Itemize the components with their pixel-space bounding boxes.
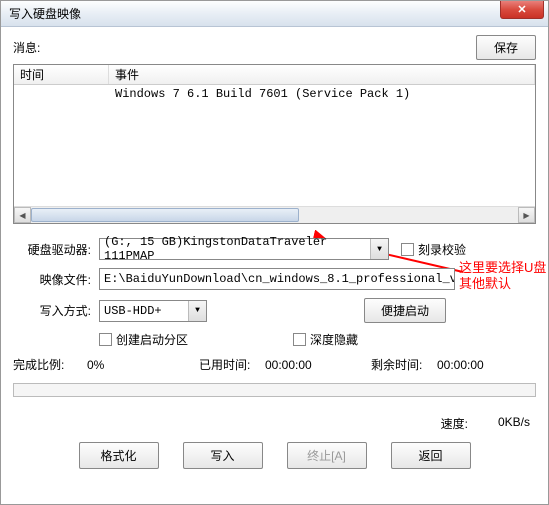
chevron-down-icon[interactable]: ▼ (370, 239, 388, 259)
write-button[interactable]: 写入 (183, 442, 263, 469)
abort-button[interactable]: 终止[A] (287, 442, 367, 469)
scroll-left-arrow[interactable]: ◀ (14, 207, 31, 223)
deep-hide-checkbox-label[interactable]: 深度隐藏 (293, 331, 358, 348)
create-boot-checkbox[interactable] (99, 333, 112, 346)
remain-label: 剩余时间: (371, 356, 437, 373)
create-boot-text: 创建启动分区 (116, 331, 188, 348)
complete-ratio-value: 0% (87, 358, 123, 372)
create-boot-checkbox-label[interactable]: 创建启动分区 (99, 331, 188, 348)
window-title: 写入硬盘映像 (9, 5, 81, 22)
image-file-input[interactable]: E:\BaiduYunDownload\cn_windows_8.1_profe… (99, 268, 455, 290)
deep-hide-text: 深度隐藏 (310, 331, 358, 348)
verify-checkbox-label[interactable]: 刻录校验 (401, 241, 466, 258)
format-button[interactable]: 格式化 (79, 442, 159, 469)
scroll-right-arrow[interactable]: ▶ (518, 207, 535, 223)
titlebar: 写入硬盘映像 ✕ (1, 1, 548, 27)
verify-checkbox[interactable] (401, 243, 414, 256)
message-listbox[interactable]: 时间 事件 Windows 7 6.1 Build 7601 (Service … (13, 64, 536, 224)
write-mode-select[interactable]: USB-HDD+ ▼ (99, 300, 207, 322)
drive-select-value: (G:, 15 GB)KingstonDataTraveler 111PMAP (104, 235, 384, 263)
annotation-line2: 其他默认 (459, 276, 546, 292)
horizontal-scrollbar[interactable]: ◀ ▶ (14, 206, 535, 223)
button-row: 格式化 写入 终止[A] 返回 (13, 442, 536, 469)
quick-boot-button[interactable]: 便捷启动 (364, 298, 446, 323)
elapsed-label: 已用时间: (199, 356, 265, 373)
deep-hide-checkbox[interactable] (293, 333, 306, 346)
speed-value: 0KB/s (498, 415, 530, 432)
col-header-time[interactable]: 时间 (14, 65, 109, 84)
verify-text: 刻录校验 (418, 241, 466, 258)
chevron-down-icon[interactable]: ▼ (188, 301, 206, 321)
drive-select[interactable]: (G:, 15 GB)KingstonDataTraveler 111PMAP … (99, 238, 389, 260)
elapsed-value: 00:00:00 (265, 358, 341, 372)
annotation-line1: 这里要选择U盘 (459, 260, 546, 276)
close-button[interactable]: ✕ (500, 1, 544, 19)
save-button[interactable]: 保存 (476, 35, 536, 60)
cell-event: Windows 7 6.1 Build 7601 (Service Pack 1… (109, 87, 535, 101)
cell-time (14, 87, 109, 101)
scroll-thumb[interactable] (31, 208, 299, 222)
progress-bar (13, 383, 536, 397)
col-header-event[interactable]: 事件 (109, 65, 535, 84)
content-area: 消息: 保存 时间 事件 Windows 7 6.1 Build 7601 (S… (1, 27, 548, 477)
remain-value: 00:00:00 (437, 358, 484, 372)
speed-label: 速度: (441, 415, 468, 432)
list-header: 时间 事件 (14, 65, 535, 85)
scroll-track[interactable] (31, 207, 518, 223)
annotation-text: 这里要选择U盘 其他默认 (459, 260, 546, 292)
message-label: 消息: (13, 39, 40, 56)
drive-label: 硬盘驱动器: (13, 241, 99, 258)
image-file-label: 映像文件: (13, 271, 99, 288)
form-section: 这里要选择U盘 其他默认 硬盘驱动器: (G:, 15 GB)KingstonD… (13, 238, 536, 348)
list-row[interactable]: Windows 7 6.1 Build 7601 (Service Pack 1… (14, 87, 535, 101)
list-body: Windows 7 6.1 Build 7601 (Service Pack 1… (14, 85, 535, 201)
image-file-value: E:\BaiduYunDownload\cn_windows_8.1_profe… (104, 272, 455, 286)
write-mode-label: 写入方式: (13, 302, 99, 319)
back-button[interactable]: 返回 (391, 442, 471, 469)
complete-ratio-label: 完成比例: (13, 356, 87, 373)
close-icon: ✕ (517, 3, 526, 16)
write-mode-value: USB-HDD+ (104, 304, 162, 318)
